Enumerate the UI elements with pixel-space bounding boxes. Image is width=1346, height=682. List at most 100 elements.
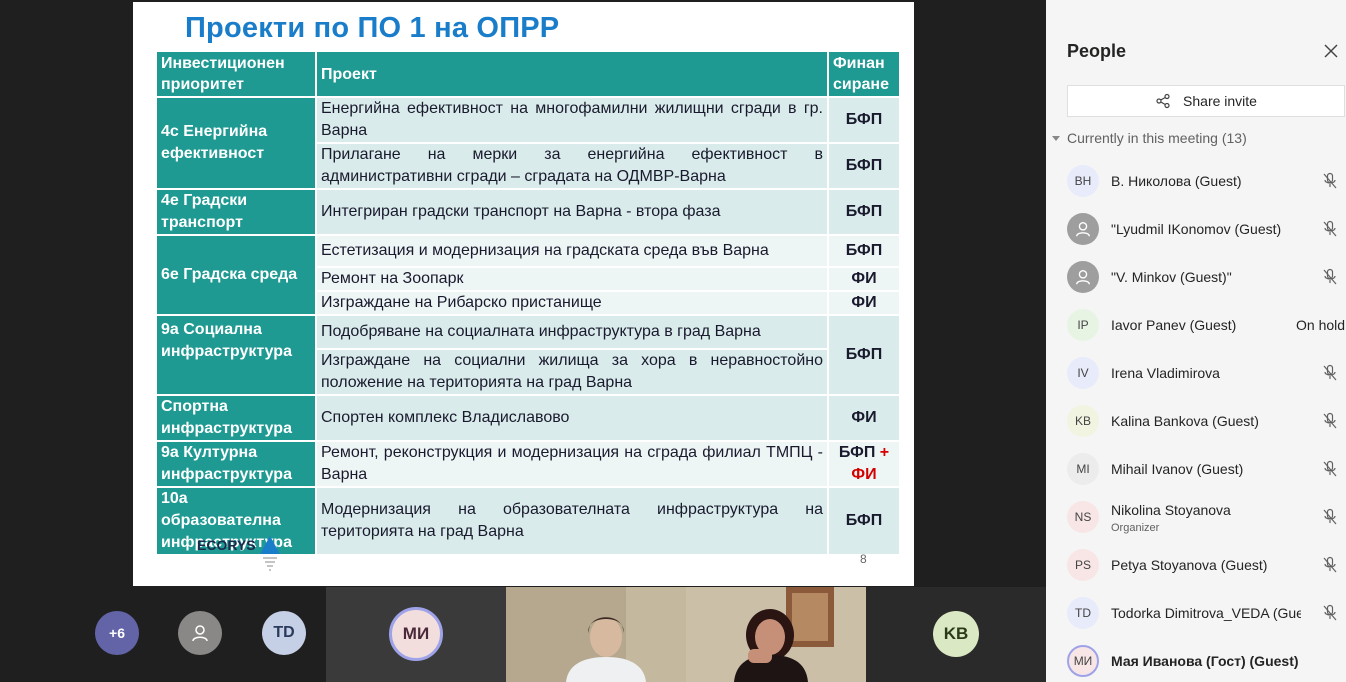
priority-cell: 4с Енергийна ефективност [155, 96, 317, 190]
table-row: 9а Културна инфраструктура Ремонт, рекон… [155, 440, 901, 488]
mic-muted-icon [1322, 268, 1338, 291]
participant-avatar: МИ [1067, 645, 1099, 677]
section-label: Currently in this meeting (13) [1067, 130, 1247, 146]
participant-row[interactable]: PS Petya Stoyanova (Guest) [1046, 541, 1346, 589]
participant-avatar-td[interactable]: TD [262, 611, 306, 655]
project-cell: Енергийна ефективност на многофамилни жи… [315, 96, 829, 144]
funding-cell: БФП [827, 142, 901, 190]
participant-status: On hold [1296, 317, 1346, 333]
more-participants-button[interactable]: +6 [95, 611, 139, 655]
funding-cell: БФП + ФИ [827, 440, 901, 488]
participant-tile-mi[interactable]: МИ [326, 587, 506, 682]
participant-row[interactable]: "V. Minkov (Guest)" [1046, 253, 1346, 301]
participant-avatar: TD [1067, 597, 1099, 629]
participant-row[interactable]: ВН В. Николова (Guest) [1046, 157, 1346, 205]
participant-name: Kalina Bankova (Guest) [1111, 413, 1259, 429]
funding-fi: ФИ [851, 466, 877, 483]
mic-muted-icon [1322, 604, 1338, 627]
participant-role: Organizer [1111, 522, 1160, 534]
participant-row[interactable]: TD Todorka Dimitrova_VEDA (Gue [1046, 589, 1346, 637]
participant-avatar: NS [1067, 501, 1099, 533]
participant-row[interactable]: IV Irena Vladimirova [1046, 349, 1346, 397]
mic-muted-icon [1322, 220, 1338, 243]
participant-avatar: KB [1067, 405, 1099, 437]
mic-muted-icon [1322, 412, 1338, 435]
project-cell: Изграждане на Рибарско пристанище [315, 290, 829, 316]
close-icon[interactable] [1322, 42, 1340, 60]
funding-cell: БФП [827, 486, 901, 556]
funding-cell: БФП [827, 234, 901, 268]
participant-avatar-mi: МИ [389, 607, 443, 661]
table-row: 4с Енергийна ефективност Енергийна ефект… [155, 96, 901, 190]
funding-cell: БФП [827, 96, 901, 144]
table-row: 9а Социална инфраструктура Подобряване н… [155, 314, 901, 396]
mic-muted-icon [1322, 364, 1338, 387]
project-cell: Прилагане на мерки за енергийна ефективн… [315, 142, 829, 190]
participant-video-2[interactable] [686, 587, 866, 682]
share-invite-button[interactable]: Share invite [1067, 85, 1345, 117]
participant-avatar: IV [1067, 357, 1099, 389]
funding-plus: + [879, 444, 890, 461]
video-feed [686, 587, 866, 682]
chevron-down-icon [1052, 135, 1060, 141]
person-icon [1076, 222, 1090, 237]
project-cell: Модернизация на образователната инфрастр… [315, 486, 829, 556]
priority-cell: 9а Културна инфраструктура [155, 440, 317, 488]
participant-row[interactable]: IP Iavor Panev (Guest) On hold [1046, 301, 1346, 349]
mic-muted-icon [1322, 556, 1338, 579]
participant-name: "Lyudmil IKonomov (Guest) [1111, 221, 1282, 237]
participant-row[interactable]: MI Mihail Ivanov (Guest) [1046, 445, 1346, 493]
person-icon [1076, 270, 1090, 285]
share-icon [1156, 93, 1170, 109]
header-priority: Инвестиционен приоритет [155, 50, 317, 98]
project-cell: Изграждане на социални жилища за хора в … [315, 348, 829, 396]
participant-name: Irena Vladimirova [1111, 365, 1220, 381]
presentation-slide: Проекти по ПО 1 на ОПРР Инвестиционен пр… [133, 2, 914, 586]
participant-video-1[interactable] [506, 587, 686, 682]
table-row: Спортна инфраструктура Спортен комплекс … [155, 394, 901, 442]
anonymous-participant-avatar[interactable] [178, 611, 222, 655]
participant-name: Todorka Dimitrova_VEDA (Gue [1111, 605, 1301, 621]
header-funding: Финан сиране [827, 50, 901, 98]
participant-avatar: ВН [1067, 165, 1099, 197]
priority-cell: 6е Градска среда [155, 234, 317, 316]
participant-row[interactable]: МИ Мая Иванова (Гост) (Guest) [1046, 637, 1346, 682]
video-feed [506, 587, 686, 682]
participant-tile-kb[interactable]: KB [866, 587, 1046, 682]
mic-muted-icon [1322, 508, 1338, 531]
funding-cell: БФП [827, 188, 901, 236]
participant-name: Petya Stoyanova (Guest) [1111, 557, 1268, 573]
funding-bfp: БФП [838, 444, 876, 461]
projects-table: Инвестиционен приоритет Проект Финан сир… [155, 50, 901, 556]
project-cell: Подобряване на социалната инфраструктура… [315, 314, 829, 350]
header-project: Проект [315, 50, 829, 98]
slide-page-number: 8 [860, 552, 867, 566]
project-cell: Ремонт на Зоопарк [315, 266, 829, 292]
participant-avatar-kb: KB [933, 611, 979, 657]
funding-cell: БФП [827, 314, 901, 396]
mic-muted-icon [1322, 460, 1338, 483]
slide-title: Проекти по ПО 1 на ОПРР [185, 12, 560, 44]
participant-row[interactable]: KB Kalina Bankova (Guest) [1046, 397, 1346, 445]
participant-row[interactable]: "Lyudmil IKonomov (Guest) [1046, 205, 1346, 253]
ecorys-logo-icon [260, 536, 280, 571]
priority-cell: 9а Социална инфраструктура [155, 314, 317, 396]
participant-name: Iavor Panev (Guest) [1111, 317, 1237, 333]
panel-title: People [1067, 41, 1127, 61]
project-cell: Естетизация и модернизация на градската … [315, 234, 829, 268]
participant-name: Mihail Ivanov (Guest) [1111, 461, 1244, 477]
project-cell: Спортен комплекс Владиславово [315, 394, 829, 442]
priority-cell: Спортна инфраструктура [155, 394, 317, 442]
funding-cell: ФИ [827, 290, 901, 316]
people-panel: People Share invite Currently in this me… [1046, 0, 1346, 682]
share-invite-label: Share invite [1183, 93, 1257, 109]
section-header-in-meeting[interactable]: Currently in this meeting (13) [1052, 130, 1247, 146]
participant-avatar: PS [1067, 549, 1099, 581]
participant-row[interactable]: NS Nikolina Stoyanova Organizer [1046, 493, 1346, 541]
participant-strip: +6 TD МИ KB [0, 587, 1046, 682]
ecorys-logo-text: ECORYS [197, 537, 256, 553]
person-icon [192, 625, 208, 642]
shared-screen-stage: Проекти по ПО 1 на ОПРР Инвестиционен пр… [0, 0, 1046, 587]
funding-cell: ФИ [827, 266, 901, 292]
participant-name: Мая Иванова (Гост) (Guest) [1111, 653, 1299, 669]
